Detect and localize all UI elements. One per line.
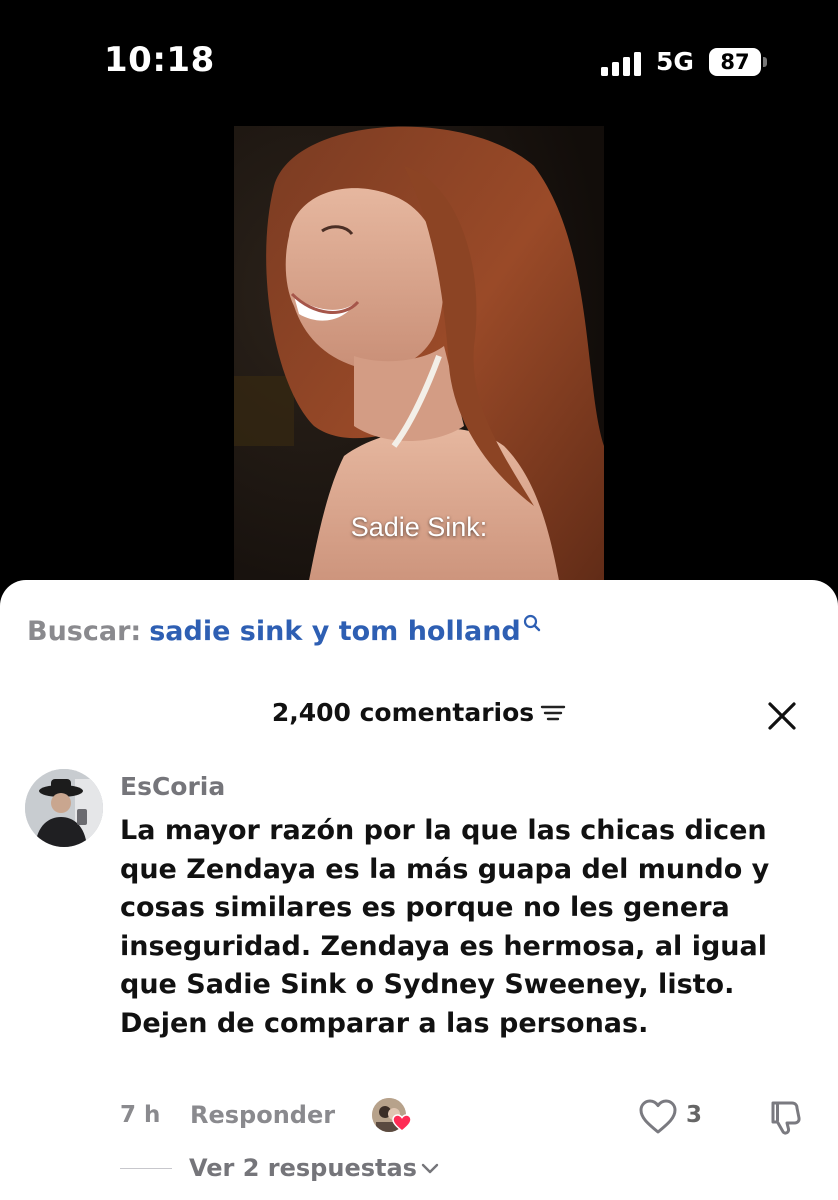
status-bar: 10:18 5G 87	[0, 0, 838, 120]
search-query[interactable]: sadie sink y tom holland	[149, 616, 521, 647]
comments-count: 2,400 comentarios	[271, 698, 535, 727]
search-suggestion[interactable]: Buscar: sadie sink y tom holland	[27, 614, 541, 647]
avatar-image	[25, 769, 103, 847]
chevron-down-icon	[421, 1163, 439, 1174]
comment-actions: 7 h Responder 3	[120, 1098, 820, 1138]
battery-icon: 87	[709, 48, 761, 76]
status-time: 10:18	[104, 40, 215, 80]
comment-username[interactable]: EsCoria	[120, 772, 225, 801]
thumbs-down-icon[interactable]	[766, 1098, 804, 1136]
search-prefix: Buscar:	[27, 616, 142, 647]
video-player[interactable]: Sadie Sink:	[234, 126, 604, 606]
comment-timestamp: 7 h	[120, 1102, 161, 1128]
comments-header: 2,400 comentarios	[0, 698, 838, 727]
video-caption: Sadie Sink:	[350, 512, 488, 542]
avatar[interactable]	[25, 769, 103, 847]
battery-tip	[763, 57, 767, 67]
heart-outline-icon[interactable]	[638, 1098, 678, 1136]
comments-sheet: Buscar: sadie sink y tom holland 2,400 co…	[0, 580, 838, 1200]
comment-text: La mayor razón por la que las chicas dic…	[120, 815, 770, 1039]
view-replies-button[interactable]: Ver 2 respuestas	[189, 1154, 439, 1182]
like-count: 3	[686, 1102, 703, 1128]
tiktok-comments-screen: 10:18 5G 87 Sadie Sink: Buscar: sadie si…	[0, 0, 838, 1200]
creator-heart-icon	[392, 1114, 412, 1132]
search-icon[interactable]	[523, 614, 541, 632]
reply-button[interactable]: Responder	[190, 1101, 335, 1129]
replies-divider	[120, 1168, 172, 1169]
sort-icon[interactable]	[540, 702, 566, 724]
view-replies-label: Ver 2 respuestas	[189, 1154, 417, 1182]
close-icon[interactable]	[764, 698, 800, 734]
network-type: 5G	[656, 47, 694, 76]
signal-icon	[601, 52, 641, 76]
